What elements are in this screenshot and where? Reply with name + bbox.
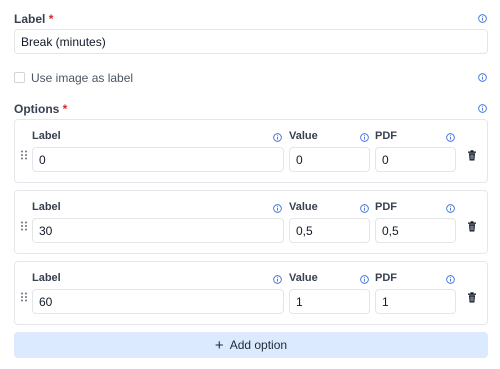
option-value-header: Value (289, 130, 318, 142)
option-label-input[interactable]: 60 (32, 289, 284, 314)
option-value-input[interactable]: 0 (289, 147, 370, 172)
trash-icon[interactable] (467, 219, 477, 232)
info-icon[interactable] (273, 204, 282, 213)
info-icon[interactable] (273, 133, 282, 142)
plus-icon: + (214, 336, 224, 354)
required-mark: * (62, 102, 68, 116)
option-pdf-header: PDF (375, 272, 397, 284)
option-card: Label Value PDF 60 1 1 (14, 261, 488, 325)
use-image-label: Use image as label (31, 70, 134, 85)
option-label-header: Label (32, 201, 61, 213)
add-option-button[interactable]: + Add option (14, 332, 488, 358)
use-image-row: Use image as label (14, 70, 134, 85)
info-icon[interactable] (273, 275, 282, 284)
option-value-input[interactable]: 1 (289, 289, 370, 314)
options-label: Options * (14, 102, 67, 116)
option-card: Label Value PDF 30 0,5 0,5 (14, 190, 488, 254)
option-pdf-header: PDF (375, 201, 397, 213)
option-pdf-input[interactable]: 1 (375, 289, 456, 314)
option-value-value: 0,5 (296, 223, 313, 238)
info-icon[interactable] (478, 14, 487, 23)
drag-handle-icon[interactable] (20, 218, 28, 231)
option-pdf-header: PDF (375, 130, 397, 142)
option-label-input[interactable]: 0 (32, 147, 284, 172)
info-icon[interactable] (446, 204, 455, 213)
option-value-header: Value (289, 272, 318, 284)
option-pdf-input[interactable]: 0 (375, 147, 456, 172)
option-pdf-value: 1 (382, 294, 389, 309)
add-option-label: Add option (229, 338, 288, 352)
option-card: Label Value PDF 0 0 0 (14, 119, 488, 183)
required-mark: * (48, 12, 54, 26)
use-image-checkbox[interactable] (14, 72, 25, 83)
option-label-value: 30 (39, 223, 53, 238)
option-value-value: 1 (296, 294, 303, 309)
info-icon[interactable] (478, 73, 487, 82)
info-icon[interactable] (360, 275, 369, 284)
label-field-value: Break (minutes) (21, 34, 106, 49)
option-label-value: 60 (39, 294, 53, 309)
label-field-label: Label * (14, 12, 53, 26)
option-value-input[interactable]: 0,5 (289, 218, 370, 243)
options-label-text: Options (14, 102, 60, 116)
info-icon[interactable] (446, 275, 455, 284)
drag-handle-icon[interactable] (20, 147, 28, 160)
option-label-value: 0 (39, 152, 46, 167)
trash-icon[interactable] (467, 148, 477, 161)
option-value-header: Value (289, 201, 318, 213)
info-icon[interactable] (360, 204, 369, 213)
option-label-header: Label (32, 130, 61, 142)
trash-icon[interactable] (467, 290, 477, 303)
info-icon[interactable] (446, 133, 455, 142)
option-pdf-value: 0 (382, 152, 389, 167)
info-icon[interactable] (478, 104, 487, 113)
option-label-input[interactable]: 30 (32, 218, 284, 243)
info-icon[interactable] (360, 133, 369, 142)
drag-handle-icon[interactable] (20, 289, 28, 302)
option-pdf-input[interactable]: 0,5 (375, 218, 456, 243)
option-value-value: 0 (296, 152, 303, 167)
label-field-label-text: Label (14, 12, 46, 26)
label-field-input[interactable]: Break (minutes) (14, 29, 488, 54)
option-label-header: Label (32, 272, 61, 284)
option-pdf-value: 0,5 (382, 223, 399, 238)
